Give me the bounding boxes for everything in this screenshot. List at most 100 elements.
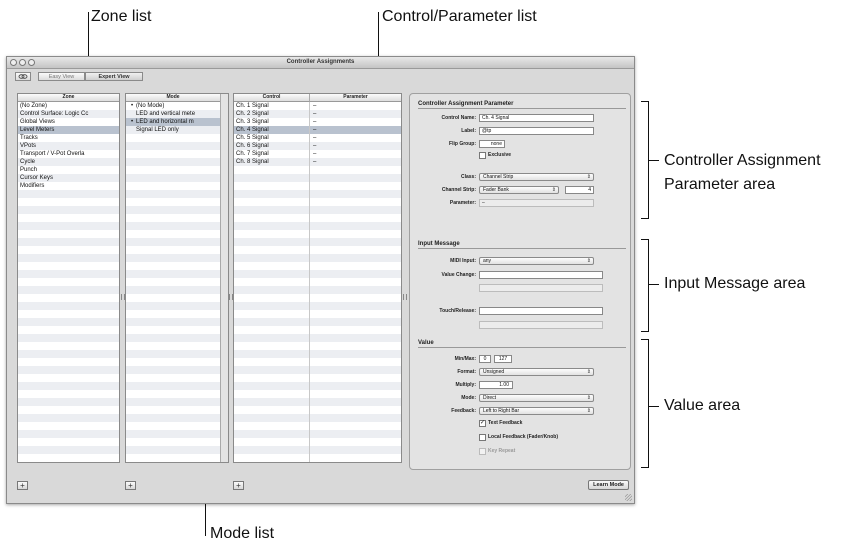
control-list-row[interactable]: Ch. 4 Signal –: [234, 126, 401, 134]
control-list-row[interactable]: Ch. 5 Signal –: [234, 134, 401, 142]
touch-release-field[interactable]: [479, 307, 603, 315]
mode-value: Direct: [483, 395, 497, 401]
multiply-field[interactable]: 1.00: [479, 381, 513, 389]
link-icon: [18, 74, 28, 79]
mode-list-item[interactable]: LED and vertical mete: [126, 110, 220, 118]
callout-bracket-value-top: [641, 339, 649, 340]
zone-column-header[interactable]: Zone: [18, 94, 119, 102]
control-list-headers: Control Parameter: [234, 94, 401, 102]
text-feedback-label: Text Feedback: [488, 420, 523, 426]
class-label: Class:: [460, 174, 476, 180]
mode-list-item[interactable]: • LED and horizontal m: [126, 118, 220, 126]
exclusive-checkbox[interactable]: [479, 152, 486, 159]
touch-release-secondary-field: [479, 321, 603, 329]
text-feedback-checkbox[interactable]: ✓: [479, 420, 486, 427]
midi-input-popup[interactable]: any ⇕: [479, 257, 594, 265]
control-cell: Ch. 3 Signal: [236, 119, 269, 125]
multiply-label: Multiply:: [455, 382, 476, 388]
zone-list-item[interactable]: Tracks: [18, 134, 119, 142]
callout-control-parameter-list: Control/Parameter list: [382, 8, 537, 25]
callout-tick-input: [648, 284, 659, 285]
parameter-cell: –: [313, 159, 317, 165]
mode-active-bullet: •: [130, 103, 134, 109]
control-list-row[interactable]: Ch. 3 Signal –: [234, 118, 401, 126]
parameter-field: –: [479, 199, 594, 207]
mode-active-bullet: •: [130, 119, 134, 125]
resize-grip-icon[interactable]: [625, 494, 632, 501]
zone-list-item[interactable]: Cursor Keys: [18, 174, 119, 182]
control-list-row[interactable]: Ch. 1 Signal –: [234, 102, 401, 110]
zone-list-item[interactable]: Transport / V-Pot Overla: [18, 150, 119, 158]
add-control-button[interactable]: +: [233, 481, 244, 490]
control-column-header[interactable]: Control: [234, 94, 310, 102]
channel-strip-popup[interactable]: Fader Bank ⇕: [479, 186, 559, 194]
control-list-row[interactable]: Ch. 7 Signal –: [234, 150, 401, 158]
zone-rows: (No Zone) Control Surface: Logic Cc Global…: [18, 102, 119, 462]
input-message-section-title: Input Message: [418, 240, 626, 249]
zone-list-item[interactable]: (No Zone): [18, 102, 119, 110]
parameter-cell: –: [313, 135, 317, 141]
callout-bracket-ca-bottom: [641, 218, 649, 219]
zone-list-item[interactable]: Punch: [18, 166, 119, 174]
control-rows: Ch. 1 Signal – Ch. 2 Signal – Ch. 3 Signal – C…: [234, 102, 401, 462]
parameter-cell: –: [313, 103, 317, 109]
learn-mode-button[interactable]: Learn Mode: [588, 480, 629, 490]
control-list-row[interactable]: Ch. 8 Signal –: [234, 158, 401, 166]
control-name-field[interactable]: Ch. 4 Signal: [479, 114, 594, 122]
control-cell: Ch. 6 Signal: [236, 143, 269, 149]
touch-release-label: Touch/Release:: [439, 308, 476, 314]
mode-list-item[interactable]: Signal LED only: [126, 126, 220, 134]
mode-list-item-label: LED and horizontal m: [136, 119, 194, 125]
mode-list-item[interactable]: • (No Mode): [126, 102, 220, 110]
zone-list-item[interactable]: Cycle: [18, 158, 119, 166]
midi-input-label: MIDI Input:: [450, 258, 476, 264]
label-field[interactable]: @tp: [479, 127, 594, 135]
link-button[interactable]: [15, 72, 31, 81]
parameter-cell: –: [313, 151, 317, 157]
flip-group-field[interactable]: none: [479, 140, 505, 148]
zone-list-item[interactable]: Level Meters: [18, 126, 119, 134]
max-field[interactable]: 127: [494, 355, 512, 363]
format-popup[interactable]: Unsigned ⇕: [479, 368, 594, 376]
parameter-column-header[interactable]: Parameter: [310, 94, 401, 102]
control-parameter-list[interactable]: Control Parameter Ch. 1 Signal – Ch. 2 Sig…: [233, 93, 402, 463]
easy-view-button[interactable]: Easy View: [38, 72, 85, 81]
popup-arrows-icon: ⇕: [586, 408, 591, 414]
column-divider: [309, 102, 310, 462]
expert-view-button[interactable]: Expert View: [85, 72, 143, 81]
control-list-row[interactable]: Ch. 6 Signal –: [234, 142, 401, 150]
popup-arrows-icon: ⇕: [551, 187, 556, 193]
class-value: Channel Strip: [483, 174, 514, 180]
callout-input-message-area: Input Message area: [664, 275, 806, 292]
mode-list[interactable]: Mode • (No Mode) LED and vertical mete • LED…: [125, 93, 229, 463]
zone-list-item[interactable]: VPots: [18, 142, 119, 150]
popup-arrows-icon: ⇕: [586, 369, 591, 375]
callout-zone-list: Zone list: [91, 8, 152, 25]
format-label: Format:: [457, 369, 476, 375]
exclusive-label: Exclusive: [488, 152, 512, 158]
mode-popup[interactable]: Direct ⇕: [479, 394, 594, 402]
flip-group-label: Flip Group:: [449, 141, 476, 147]
zone-list-item[interactable]: Modifiers: [18, 182, 119, 190]
mode-list-item-label: LED and vertical mete: [136, 111, 196, 117]
local-feedback-checkbox[interactable]: [479, 434, 486, 441]
channel-strip-value: Fader Bank: [483, 187, 509, 193]
splitter-handle[interactable]: [403, 294, 407, 300]
feedback-popup[interactable]: Left to Right Bar ⇕: [479, 407, 594, 415]
zone-list-item[interactable]: Global Views: [18, 118, 119, 126]
control-cell: Ch. 8 Signal: [236, 159, 269, 165]
mode-list-item-label: Signal LED only: [136, 127, 179, 133]
zone-list[interactable]: Zone (No Zone) Control Surface: Logic Cc G…: [17, 93, 120, 463]
mode-column-header[interactable]: Mode: [126, 94, 220, 102]
min-field[interactable]: 0: [479, 355, 491, 363]
value-change-field[interactable]: [479, 271, 603, 279]
class-popup[interactable]: Channel Strip ⇕: [479, 173, 594, 181]
mode-list-scrollbar[interactable]: [220, 94, 228, 462]
zone-list-item[interactable]: Control Surface: Logic Cc: [18, 110, 119, 118]
callout-bracket-ca-top: [641, 101, 649, 102]
add-zone-button[interactable]: +: [17, 481, 28, 490]
mode-list-item-label: (No Mode): [136, 103, 165, 109]
add-mode-button[interactable]: +: [125, 481, 136, 490]
control-list-row[interactable]: Ch. 2 Signal –: [234, 110, 401, 118]
channel-strip-number-field[interactable]: 4: [565, 186, 594, 194]
